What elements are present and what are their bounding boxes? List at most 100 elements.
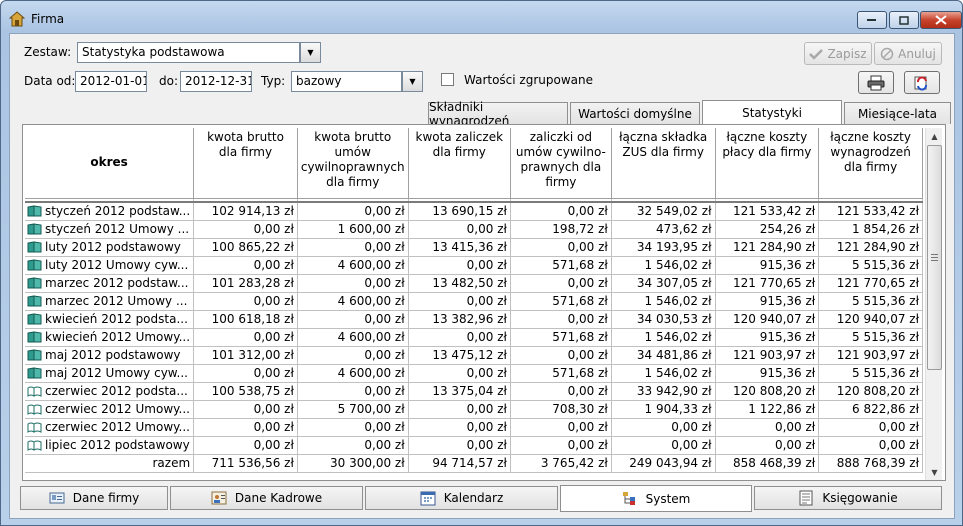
value-cell[interactable]: 0,00 zł <box>611 436 716 455</box>
zestaw-dropdown-button[interactable]: ▼ <box>300 42 321 63</box>
value-cell[interactable]: 0,00 zł <box>510 418 612 437</box>
column-header[interactable]: kwota zaliczek dla firmy <box>408 128 511 199</box>
value-cell[interactable]: 101 283,28 zł <box>193 274 298 293</box>
value-cell[interactable]: 0,00 zł <box>715 418 820 437</box>
anuluj-button[interactable]: Anuluj <box>874 42 942 65</box>
value-cell[interactable]: 100 538,75 zł <box>193 382 298 401</box>
value-cell[interactable]: 13 382,96 zł <box>408 310 511 329</box>
value-cell[interactable]: 0,00 zł <box>297 310 409 329</box>
value-cell[interactable]: 0,00 zł <box>297 238 409 257</box>
value-cell[interactable]: 5 515,36 zł <box>818 364 923 383</box>
table-row[interactable]: maj 2012 Umowy cyw... 0,00 zł 4 600,00 zł 0… <box>25 364 923 383</box>
value-cell[interactable]: 0,00 zł <box>510 346 612 365</box>
value-cell[interactable]: 915,36 zł <box>715 292 820 311</box>
table-row[interactable]: luty 2012 Umowy cyw... 0,00 zł 4 600,00 zł… <box>25 256 923 275</box>
tab-kalendarz[interactable]: Kalendarz <box>365 486 558 510</box>
value-cell[interactable]: 34 307,05 zł <box>611 274 716 293</box>
vertical-scrollbar[interactable]: ▲ ▼ <box>925 128 942 480</box>
value-cell[interactable]: 4 600,00 zł <box>297 292 409 311</box>
table-row[interactable]: czerwiec 2012 Umowy... 0,00 zł 5 700,00 zł… <box>25 400 923 419</box>
scroll-thumb[interactable] <box>927 145 942 370</box>
row-period-cell[interactable]: luty 2012 Umowy cyw... <box>25 256 195 275</box>
typ-dropdown-button[interactable]: ▼ <box>402 71 423 92</box>
value-cell[interactable]: 0,00 zł <box>510 310 612 329</box>
value-cell[interactable]: 0,00 zł <box>715 436 820 455</box>
value-cell[interactable]: 0,00 zł <box>408 364 511 383</box>
value-cell[interactable]: 0,00 zł <box>818 418 923 437</box>
tab-skladniki[interactable]: Składniki wynagrodzeń <box>428 100 568 128</box>
value-cell[interactable]: 0,00 zł <box>408 256 511 275</box>
value-cell[interactable]: 0,00 zł <box>193 292 298 311</box>
value-cell[interactable]: 0,00 zł <box>297 202 409 221</box>
value-cell[interactable]: 13 482,50 zł <box>408 274 511 293</box>
value-cell[interactable]: 13 690,15 zł <box>408 202 511 221</box>
tab-dane-firmy[interactable]: Dane firmy <box>20 486 168 510</box>
refresh-button[interactable] <box>904 71 940 94</box>
row-period-cell[interactable]: styczeń 2012 podstaw... <box>25 202 195 221</box>
value-cell[interactable]: 13 415,36 zł <box>408 238 511 257</box>
value-cell[interactable]: 0,00 zł <box>193 256 298 275</box>
table-row[interactable]: lipiec 2012 podstawowy 0,00 zł 0,00 zł 0,00… <box>25 436 923 455</box>
value-cell[interactable]: 1 546,02 zł <box>611 328 716 347</box>
value-cell[interactable]: 121 770,65 zł <box>715 274 820 293</box>
value-cell[interactable]: 0,00 zł <box>510 202 612 221</box>
value-cell[interactable]: 0,00 zł <box>510 238 612 257</box>
tab-miesiace-lata[interactable]: Miesiące-lata <box>844 102 951 124</box>
tab-statystyki[interactable]: Statystyki <box>702 100 842 124</box>
value-cell[interactable]: 571,68 zł <box>510 256 612 275</box>
value-cell[interactable]: 0,00 zł <box>297 346 409 365</box>
value-cell[interactable]: 0,00 zł <box>193 364 298 383</box>
value-cell[interactable]: 4 600,00 zł <box>297 364 409 383</box>
value-cell[interactable]: 1 600,00 zł <box>297 220 409 239</box>
row-period-cell[interactable]: marzec 2012 podstaw... <box>25 274 195 293</box>
value-cell[interactable]: 120 940,07 zł <box>715 310 820 329</box>
value-cell[interactable]: 0,00 zł <box>193 436 298 455</box>
value-cell[interactable]: 254,26 zł <box>715 220 820 239</box>
value-cell[interactable]: 121 903,97 zł <box>818 346 923 365</box>
value-cell[interactable]: 33 942,90 zł <box>611 382 716 401</box>
print-button[interactable] <box>858 71 894 94</box>
value-cell[interactable]: 0,00 zł <box>193 418 298 437</box>
value-cell[interactable]: 915,36 zł <box>715 256 820 275</box>
value-cell[interactable]: 34 193,95 zł <box>611 238 716 257</box>
value-cell[interactable]: 4 600,00 zł <box>297 256 409 275</box>
value-cell[interactable]: 915,36 zł <box>715 364 820 383</box>
value-cell[interactable]: 571,68 zł <box>510 292 612 311</box>
table-row[interactable]: luty 2012 podstawowy 100 865,22 zł 0,00 zł… <box>25 238 923 257</box>
row-period-cell[interactable]: maj 2012 Umowy cyw... <box>25 364 195 383</box>
value-cell[interactable]: 120 808,20 zł <box>818 382 923 401</box>
value-cell[interactable]: 0,00 zł <box>297 382 409 401</box>
value-cell[interactable]: 1 854,26 zł <box>818 220 923 239</box>
value-cell[interactable]: 0,00 zł <box>408 418 511 437</box>
table-row[interactable]: styczeń 2012 Umowy ... 0,00 zł 1 600,00 zł… <box>25 220 923 239</box>
value-cell[interactable]: 0,00 zł <box>193 220 298 239</box>
value-cell[interactable]: 121 533,42 zł <box>715 202 820 221</box>
value-cell[interactable]: 915,36 zł <box>715 328 820 347</box>
value-cell[interactable]: 0,00 zł <box>510 274 612 293</box>
table-row[interactable]: kwiecień 2012 podsta... 100 618,18 zł 0,00… <box>25 310 923 329</box>
value-cell[interactable]: 0,00 zł <box>408 436 511 455</box>
tab-ksiegowanie[interactable]: Księgowanie <box>754 486 942 510</box>
value-cell[interactable]: 473,62 zł <box>611 220 716 239</box>
value-cell[interactable]: 0,00 zł <box>408 292 511 311</box>
data-od-input[interactable]: 2012-01-01 <box>75 71 147 92</box>
value-cell[interactable]: 121 903,97 zł <box>715 346 820 365</box>
value-cell[interactable]: 4 600,00 zł <box>297 328 409 347</box>
value-cell[interactable]: 0,00 zł <box>408 328 511 347</box>
value-cell[interactable]: 0,00 zł <box>297 436 409 455</box>
column-header[interactable]: kwota brutto umów cywilnoprawnych dla fi… <box>297 128 409 199</box>
grouped-checkbox[interactable] <box>441 73 454 86</box>
value-cell[interactable]: 121 770,65 zł <box>818 274 923 293</box>
value-cell[interactable]: 5 515,36 zł <box>818 328 923 347</box>
value-cell[interactable]: 5 515,36 zł <box>818 256 923 275</box>
value-cell[interactable]: 0,00 zł <box>193 328 298 347</box>
table-row[interactable]: czerwiec 2012 Umowy... 0,00 zł 0,00 zł 0,00… <box>25 418 923 437</box>
minimize-button[interactable] <box>857 11 887 29</box>
column-header[interactable]: zaliczki od umów cywilno-prawnych dla fi… <box>510 128 612 199</box>
row-period-cell[interactable]: marzec 2012 Umowy ... <box>25 292 195 311</box>
table-row[interactable]: czerwiec 2012 podsta... 100 538,75 zł 0,00… <box>25 382 923 401</box>
value-cell[interactable]: 198,72 zł <box>510 220 612 239</box>
tab-wartosci-domyslne[interactable]: Wartości domyślne <box>570 102 700 124</box>
value-cell[interactable]: 1 546,02 zł <box>611 292 716 311</box>
table-row[interactable]: marzec 2012 podstaw... 101 283,28 zł 0,00 … <box>25 274 923 293</box>
